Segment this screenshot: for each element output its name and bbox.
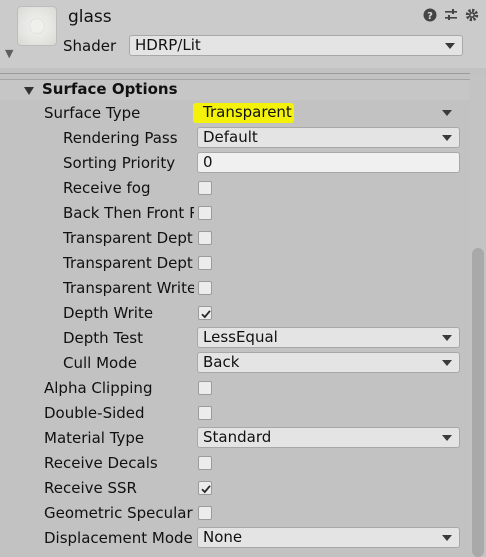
chevron-down-icon (442, 435, 452, 441)
foldout-arrow-icon[interactable] (24, 87, 34, 95)
displacement-mode-dropdown[interactable]: None (197, 527, 460, 548)
checkmark-icon (201, 485, 211, 494)
scrollbar-thumb[interactable] (472, 248, 484, 557)
material-preview-thumbnail[interactable] (17, 6, 57, 46)
material-header: ▼ glass ? Shader HDRP/Lit (0, 0, 486, 68)
shader-value: HDRP/Lit (135, 36, 201, 54)
checkmark-icon (201, 310, 211, 319)
preview-sphere (30, 19, 44, 33)
material-type-value: Standard (203, 428, 272, 446)
double-sided-label: Double-Sided (44, 404, 145, 422)
receive-decals-label: Receive Decals (44, 454, 158, 472)
help-icon[interactable]: ? (422, 7, 438, 23)
preset-sliders-icon[interactable] (443, 7, 459, 23)
header-icon-group: ? (422, 7, 480, 23)
geometric-specular-aa-label: Geometric Specular AA (44, 504, 194, 522)
depth-test-dropdown[interactable]: LessEqual (197, 327, 460, 348)
svg-text:?: ? (427, 11, 433, 22)
geometric-specular-aa-checkbox[interactable] (198, 506, 212, 520)
sorting-priority-field[interactable]: 0 (197, 152, 460, 173)
receive-fog-checkbox[interactable] (198, 181, 212, 195)
shader-dropdown[interactable]: HDRP/Lit (129, 35, 463, 56)
sorting-priority-label: Sorting Priority (63, 154, 176, 172)
chevron-down-icon (442, 135, 452, 141)
back-then-front-checkbox[interactable] (198, 206, 212, 220)
transparent-depth-postpass-label: Transparent Depth Postpass (63, 254, 194, 272)
receive-fog-label: Receive fog (63, 179, 151, 197)
shader-label: Shader (63, 37, 117, 55)
receive-ssr-label: Receive SSR (44, 479, 137, 497)
rendering-pass-label: Rendering Pass (63, 129, 178, 147)
chevron-down-icon (442, 110, 452, 116)
depth-test-label: Depth Test (63, 329, 143, 347)
transparent-depth-prepass-checkbox[interactable] (198, 231, 212, 245)
transparent-depth-postpass-checkbox[interactable] (198, 256, 212, 270)
chevron-down-icon (442, 360, 452, 366)
header-fold-arrow-icon[interactable]: ▼ (5, 48, 17, 60)
back-then-front-label: Back Then Front Rendering (63, 204, 194, 222)
transparent-writes-motion-checkbox[interactable] (198, 281, 212, 295)
depth-test-value: LessEqual (203, 328, 278, 346)
material-type-dropdown[interactable]: Standard (197, 427, 460, 448)
chevron-down-icon (442, 535, 452, 541)
section-title: Surface Options (42, 80, 178, 98)
surface-type-label: Surface Type (44, 104, 141, 122)
displacement-mode-value: None (203, 528, 243, 546)
chevron-down-icon (442, 335, 452, 341)
surface-type-dropdown[interactable]: Transparent (197, 102, 460, 123)
displacement-mode-label: Displacement Mode (44, 529, 193, 547)
material-type-label: Material Type (44, 429, 145, 447)
cull-mode-value: Back (203, 353, 240, 371)
depth-write-checkbox[interactable] (198, 306, 212, 320)
divider (0, 73, 470, 74)
cull-mode-dropdown[interactable]: Back (197, 352, 460, 373)
double-sided-checkbox[interactable] (198, 406, 212, 420)
alpha-clipping-label: Alpha Clipping (44, 379, 153, 397)
gear-icon[interactable] (464, 7, 480, 23)
transparent-writes-motion-label: Transparent Writes Motion Vectors (63, 279, 194, 297)
chevron-down-icon (445, 43, 455, 49)
surface-type-value: Transparent (203, 103, 292, 121)
receive-ssr-checkbox[interactable] (198, 481, 212, 495)
receive-decals-checkbox[interactable] (198, 456, 212, 470)
rendering-pass-dropdown[interactable]: Default (197, 127, 460, 148)
transparent-depth-prepass-label: Transparent Depth Prepass (63, 229, 194, 247)
material-name: glass (68, 7, 112, 27)
cull-mode-label: Cull Mode (63, 354, 137, 372)
depth-write-label: Depth Write (63, 304, 154, 322)
alpha-clipping-checkbox[interactable] (198, 381, 212, 395)
rendering-pass-value: Default (203, 128, 258, 146)
